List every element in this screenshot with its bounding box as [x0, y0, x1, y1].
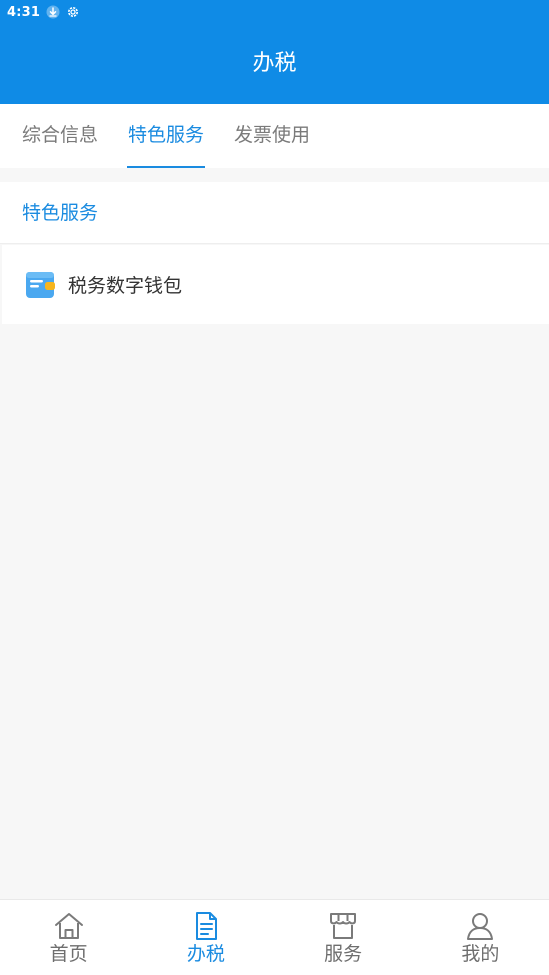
tab-invoice-usage[interactable]: 发票使用: [234, 104, 310, 168]
service-item-label: 税务数字钱包: [68, 275, 183, 297]
store-icon: [327, 910, 359, 942]
home-icon: [53, 910, 85, 942]
download-icon: [46, 5, 60, 19]
top-bar: 4:31 办税: [0, 0, 549, 104]
settings-icon: [66, 5, 80, 19]
nav-item-services[interactable]: 服务: [275, 900, 412, 975]
service-item-digital-wallet[interactable]: 税务数字钱包: [2, 245, 549, 324]
user-icon: [464, 910, 496, 942]
nav-item-home[interactable]: 首页: [0, 900, 137, 975]
document-icon: [190, 910, 222, 942]
tab-special-services[interactable]: 特色服务: [127, 104, 206, 168]
status-bar: 4:31: [0, 0, 549, 24]
screen: 4:31 办税 综合信息 特色服务 发票使用 特色服务 税务数字钱包 首页 办税…: [0, 0, 549, 975]
tab-bar: 综合信息 特色服务 发票使用: [0, 104, 549, 168]
wallet-icon: [25, 271, 55, 299]
nav-label-services: 服务: [324, 943, 363, 965]
nav-item-mine[interactable]: 我的: [412, 900, 549, 975]
nav-label-tax: 办税: [186, 943, 225, 965]
section-title: 特色服务: [0, 182, 549, 244]
page-title: 办税: [252, 51, 297, 76]
tab-general-info[interactable]: 综合信息: [22, 104, 98, 168]
bottom-nav: 首页 办税 服务 我的: [0, 899, 549, 975]
nav-item-tax[interactable]: 办税: [137, 900, 274, 975]
status-time: 4:31: [7, 4, 41, 20]
nav-label-mine: 我的: [461, 943, 500, 965]
nav-label-home: 首页: [49, 943, 88, 965]
